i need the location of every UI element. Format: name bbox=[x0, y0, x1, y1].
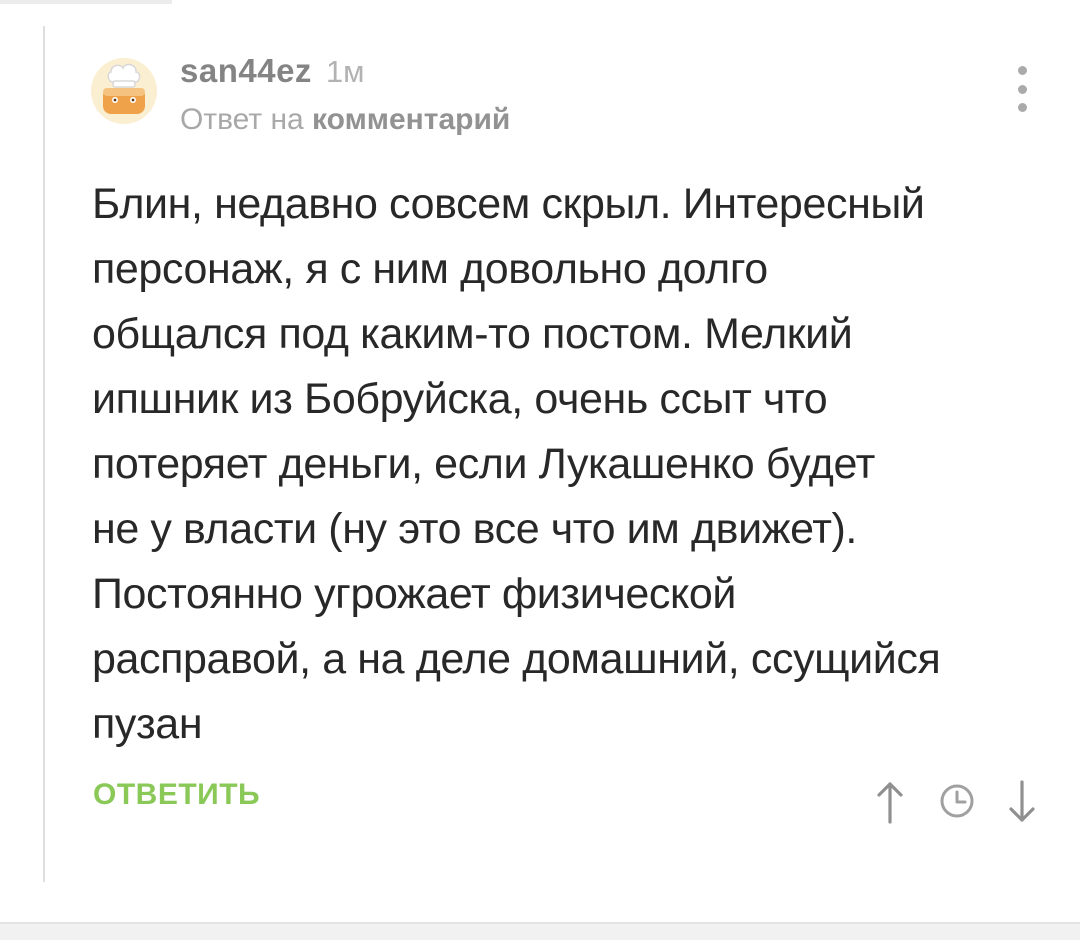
comment-body-line: Постоянно угрожает физической bbox=[92, 570, 737, 618]
reply-to-comment-link[interactable]: комментарий bbox=[312, 103, 510, 136]
comment-body-line: общался под каким-то постом. Мелкий bbox=[92, 310, 853, 358]
comment-body-line: не у власти (ну это все что им движет). bbox=[92, 505, 857, 553]
reply-to-line: Ответ на комментарий bbox=[180, 103, 510, 137]
chef-hat-avatar-icon bbox=[91, 58, 157, 124]
comment-body-line: потеряет деньги, если Лукашенко будет bbox=[92, 440, 875, 488]
arrow-down-icon[interactable] bbox=[1002, 780, 1042, 824]
menu-dot bbox=[1017, 103, 1027, 112]
comment: san44ez 1м Ответ на комментарий Блин, не… bbox=[0, 0, 1080, 920]
menu-dot bbox=[1017, 84, 1027, 94]
menu-dot bbox=[1017, 66, 1027, 75]
avatar[interactable] bbox=[91, 58, 157, 124]
more-vertical-icon[interactable] bbox=[1008, 66, 1036, 112]
comment-body-line: пузан bbox=[92, 700, 203, 748]
comment-body-line: Блин, недавно совсем скрыл. Интересный bbox=[92, 180, 925, 228]
author-name[interactable]: san44ez bbox=[180, 52, 312, 90]
author-line: san44ez 1м bbox=[180, 52, 365, 96]
comment-body-line: персонаж, я с ним довольно долго bbox=[92, 245, 768, 293]
comment-body-line: расправой, а на деле домашний, ссущийся bbox=[92, 635, 941, 683]
clock-icon[interactable] bbox=[938, 782, 976, 820]
comment-body-line: ипшник из Бобруйска, очень ссыт что bbox=[92, 375, 828, 423]
reply-button[interactable]: ОТВЕТИТЬ bbox=[93, 778, 260, 812]
comment-time: 1м bbox=[325, 54, 365, 89]
arrow-up-icon[interactable] bbox=[870, 780, 910, 824]
bottom-separator bbox=[0, 922, 1080, 940]
reply-prefix: Ответ на bbox=[180, 103, 304, 136]
comment-body: Блин, недавно совсем скрыл. Интересный п… bbox=[92, 172, 1052, 757]
comment-actions bbox=[868, 772, 1048, 828]
